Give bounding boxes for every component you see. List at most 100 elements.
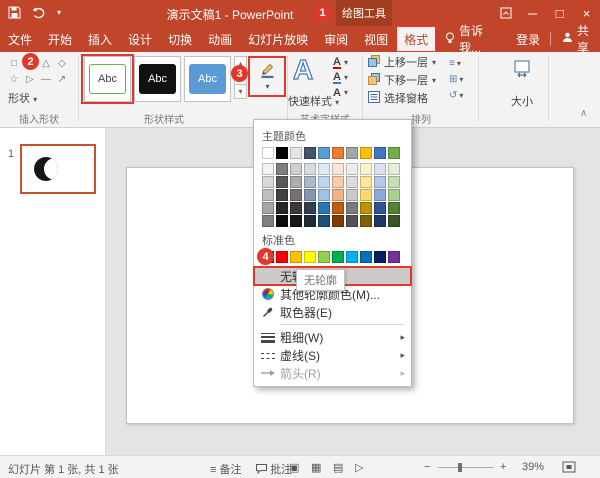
- theme-color-swatch[interactable]: [388, 163, 400, 175]
- theme-color-swatch[interactable]: [374, 202, 386, 214]
- customize-qat-icon[interactable]: ▾: [57, 8, 61, 17]
- zoom-percentage[interactable]: 39%: [522, 461, 544, 473]
- fit-slide-to-window-icon[interactable]: [562, 460, 576, 477]
- theme-color-swatch[interactable]: [332, 189, 344, 201]
- theme-color-swatch[interactable]: [332, 163, 344, 175]
- theme-color-swatch[interactable]: [262, 176, 274, 188]
- notes-button[interactable]: ≡ 备注: [210, 461, 241, 477]
- text-fill-button[interactable]: A ▾: [333, 55, 348, 70]
- menu-item-eyedropper[interactable]: 取色器(E): [254, 303, 411, 321]
- theme-color-swatch[interactable]: [304, 202, 316, 214]
- theme-color-swatch[interactable]: [304, 215, 316, 227]
- sign-in-link[interactable]: 登录: [508, 31, 548, 48]
- text-effects-button[interactable]: A ▾: [333, 85, 348, 100]
- tab-review[interactable]: 审阅: [316, 26, 356, 52]
- theme-color-swatch[interactable]: [276, 202, 288, 214]
- size-group-button[interactable]: 大小: [500, 93, 544, 109]
- theme-color-swatch[interactable]: [332, 147, 344, 159]
- gallery-more-icon[interactable]: ▾: [234, 84, 247, 99]
- shape-outline-button[interactable]: ▾: [252, 58, 283, 94]
- theme-color-swatch[interactable]: [262, 163, 274, 175]
- theme-color-swatch[interactable]: [360, 163, 372, 175]
- theme-color-swatch[interactable]: [276, 147, 288, 159]
- shapes-gallery[interactable]: □ ○ △ ◇ ☆ ▷ — ↗: [6, 55, 72, 87]
- wordart-quick-styles-button[interactable]: 快速样式 ▾: [288, 93, 339, 109]
- standard-color-swatch[interactable]: [290, 251, 302, 263]
- menu-item-dashes[interactable]: 虚线(S) ▸: [254, 346, 411, 364]
- theme-color-swatch[interactable]: [332, 202, 344, 214]
- theme-color-swatch[interactable]: [388, 215, 400, 227]
- theme-color-swatch[interactable]: [388, 147, 400, 159]
- theme-color-swatch[interactable]: [360, 176, 372, 188]
- slide-sorter-view-icon[interactable]: ▦: [311, 461, 321, 474]
- theme-color-swatch[interactable]: [318, 147, 330, 159]
- theme-color-swatch[interactable]: [374, 215, 386, 227]
- rectangle-shape-icon[interactable]: □: [6, 55, 22, 71]
- diamond-shape-icon[interactable]: ◇: [54, 55, 70, 71]
- size-icon[interactable]: [502, 58, 542, 81]
- theme-color-swatch[interactable]: [262, 215, 274, 227]
- group-objects-button[interactable]: ⊞ ▾: [449, 71, 463, 87]
- star-shape-icon[interactable]: ☆: [6, 71, 22, 87]
- standard-color-swatch[interactable]: [304, 251, 316, 263]
- shapes-dropdown-button[interactable]: 形状 ▾: [8, 90, 37, 106]
- align-button[interactable]: ≡ ▾: [449, 55, 463, 71]
- theme-color-swatch[interactable]: [346, 176, 358, 188]
- theme-color-swatch[interactable]: [318, 189, 330, 201]
- send-backward-button[interactable]: 下移一层 ▾: [368, 72, 436, 88]
- theme-color-swatch[interactable]: [262, 189, 274, 201]
- share-button[interactable]: 共享: [553, 22, 600, 56]
- theme-color-swatch[interactable]: [318, 176, 330, 188]
- rotate-button[interactable]: ↺ ▾: [449, 87, 463, 103]
- standard-color-swatch[interactable]: [276, 251, 288, 263]
- tab-insert[interactable]: 插入: [80, 26, 120, 52]
- collapse-ribbon-icon[interactable]: ∧: [580, 108, 587, 119]
- theme-color-swatch[interactable]: [304, 189, 316, 201]
- standard-color-swatch[interactable]: [388, 251, 400, 263]
- theme-color-swatch[interactable]: [388, 202, 400, 214]
- selection-pane-button[interactable]: 选择窗格: [368, 90, 428, 106]
- standard-color-swatch[interactable]: [346, 251, 358, 263]
- tab-transitions[interactable]: 切换: [160, 26, 200, 52]
- theme-color-swatch[interactable]: [290, 189, 302, 201]
- theme-color-swatch[interactable]: [290, 176, 302, 188]
- theme-color-swatch[interactable]: [388, 176, 400, 188]
- undo-icon[interactable]: [32, 7, 46, 19]
- tab-view[interactable]: 视图: [356, 26, 396, 52]
- tab-format-active[interactable]: 格式: [396, 26, 436, 52]
- arrow-shape-icon[interactable]: ▷: [22, 71, 38, 87]
- standard-color-swatch[interactable]: [318, 251, 330, 263]
- tab-file[interactable]: 文件: [0, 26, 40, 52]
- shape-style-preview-3[interactable]: Abc: [184, 56, 231, 102]
- theme-color-swatch[interactable]: [360, 189, 372, 201]
- theme-color-swatch[interactable]: [346, 163, 358, 175]
- bring-forward-button[interactable]: 上移一层 ▾: [368, 54, 436, 70]
- standard-color-swatch[interactable]: [374, 251, 386, 263]
- theme-color-swatch[interactable]: [304, 147, 316, 159]
- theme-color-swatch[interactable]: [318, 163, 330, 175]
- zoom-slider-track[interactable]: [438, 467, 494, 468]
- theme-color-swatch[interactable]: [346, 215, 358, 227]
- theme-color-swatch[interactable]: [332, 215, 344, 227]
- theme-color-swatch[interactable]: [276, 215, 288, 227]
- theme-color-swatch[interactable]: [374, 189, 386, 201]
- theme-color-swatch[interactable]: [318, 202, 330, 214]
- line-shape-icon[interactable]: —: [38, 71, 54, 87]
- theme-color-swatch[interactable]: [276, 176, 288, 188]
- comments-button[interactable]: 批注: [256, 461, 292, 477]
- reading-view-icon[interactable]: ▤: [333, 461, 343, 474]
- theme-color-swatch[interactable]: [374, 147, 386, 159]
- tab-home[interactable]: 开始: [40, 26, 80, 52]
- minimize-button[interactable]: ─: [519, 0, 546, 26]
- theme-color-swatch[interactable]: [290, 147, 302, 159]
- shape-style-preview-2[interactable]: Abc: [134, 56, 181, 102]
- theme-color-swatch[interactable]: [374, 176, 386, 188]
- theme-color-swatch[interactable]: [290, 202, 302, 214]
- theme-color-swatch[interactable]: [360, 215, 372, 227]
- theme-color-swatch[interactable]: [304, 163, 316, 175]
- theme-color-swatch[interactable]: [276, 163, 288, 175]
- theme-color-swatch[interactable]: [290, 163, 302, 175]
- theme-color-swatch[interactable]: [388, 189, 400, 201]
- text-outline-button[interactable]: A ▾: [333, 70, 348, 85]
- standard-color-swatch[interactable]: [332, 251, 344, 263]
